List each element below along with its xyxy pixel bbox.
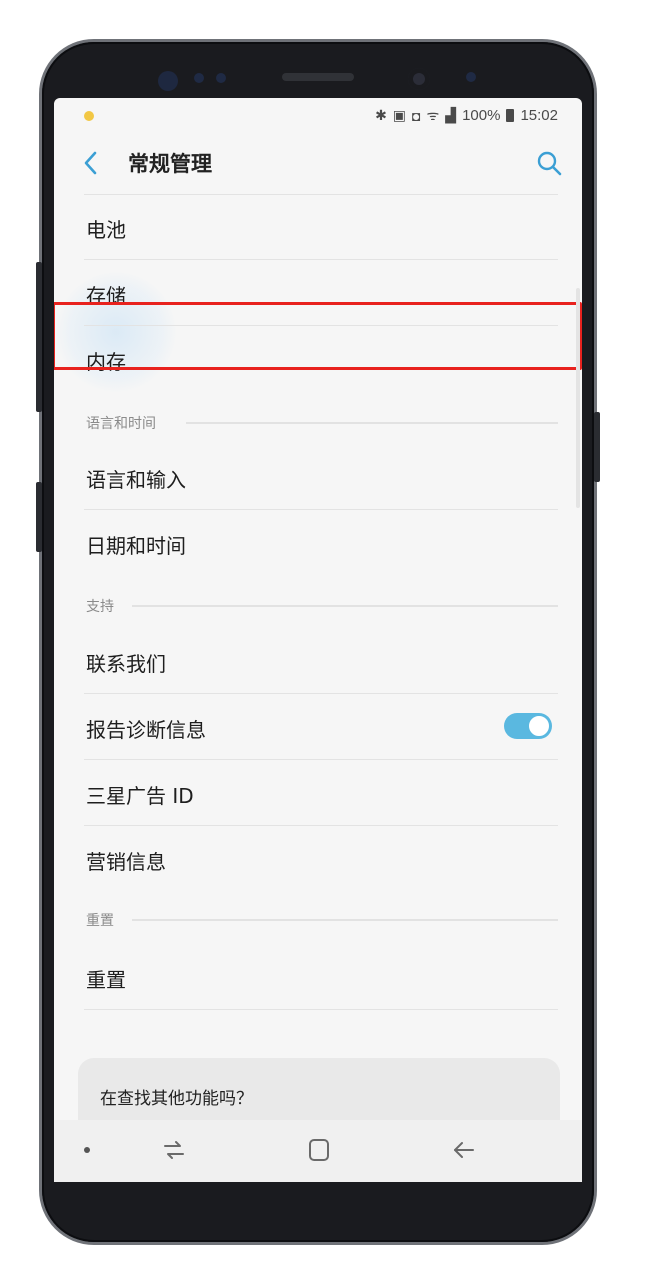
list-item-marketing-info[interactable]: 营销信息 — [54, 826, 582, 891]
app-bar: 常规管理 — [54, 134, 582, 194]
list-item-label: 营销信息 — [86, 850, 166, 874]
list-item-label: 日期和时间 — [86, 534, 186, 558]
volume-button — [36, 262, 42, 412]
screen: ✱ ▣ ◘ ᯤ ▟ 100% 15:02 常规管理 电池 存储 内存 语言和时间… — [54, 98, 582, 1178]
section-divider — [132, 605, 558, 607]
page-title: 常规管理 — [128, 152, 212, 176]
home-icon[interactable] — [306, 1137, 332, 1163]
list-item-label: 语言和输入 — [86, 468, 186, 492]
diagnostics-toggle[interactable] — [504, 713, 552, 739]
list-item-contact-us[interactable]: 联系我们 — [54, 628, 582, 693]
section-divider — [186, 422, 558, 424]
battery-icon — [506, 109, 515, 122]
wifi-icon: ᯤ — [426, 107, 440, 123]
list-item-label: 联系我们 — [86, 652, 166, 676]
search-icon[interactable] — [534, 148, 564, 178]
nfc-icon: ▣ — [392, 107, 407, 123]
list-item-label: 三星广告 ID — [86, 784, 194, 808]
navigation-bar — [54, 1120, 582, 1182]
recents-icon[interactable] — [160, 1136, 188, 1164]
list-item-language-input[interactable]: 语言和输入 — [54, 444, 582, 509]
section-header-reset: 重置 — [86, 913, 114, 929]
highlight-annotation-box — [54, 302, 582, 370]
section-header-support: 支持 — [86, 599, 114, 615]
section-header-language-time: 语言和时间 — [86, 416, 156, 432]
iris-sensor-icon — [158, 71, 178, 91]
sensor-icon — [466, 72, 476, 82]
power-button — [594, 412, 600, 482]
section-divider — [132, 919, 558, 921]
phone-frame: ✱ ▣ ◘ ᯤ ▟ 100% 15:02 常规管理 电池 存储 内存 语言和时间… — [36, 42, 600, 1242]
bixby-button — [36, 482, 42, 552]
list-item-reset[interactable]: 重置 — [54, 944, 582, 1009]
sensor-icon — [194, 73, 204, 83]
list-item-battery[interactable]: 电池 — [54, 194, 582, 259]
list-item-label: 报告诊断信息 — [86, 718, 206, 742]
sensor-icon — [216, 73, 226, 83]
scrollbar[interactable] — [576, 288, 580, 508]
sim-icon: ◘ — [412, 107, 421, 124]
earpiece-speaker — [282, 73, 354, 81]
list-item-label: 重置 — [86, 968, 126, 992]
list-item-label: 电池 — [86, 218, 126, 242]
clock: 15:02 — [520, 107, 558, 124]
status-bar: ✱ ▣ ◘ ᯤ ▟ 100% 15:02 — [54, 98, 582, 134]
list-item-report-diagnostics[interactable]: 报告诊断信息 — [54, 694, 582, 759]
bluetooth-icon: ✱ — [375, 107, 387, 123]
status-icons: ✱ ▣ ◘ ᯤ ▟ 100% 15:02 — [375, 106, 558, 125]
notification-dot-icon — [84, 111, 94, 121]
list-item-advertising-id[interactable]: 三星广告 ID — [54, 760, 582, 825]
back-icon[interactable] — [450, 1136, 478, 1164]
toggle-knob — [528, 715, 550, 737]
battery-percent: 100% — [462, 107, 501, 124]
list-item-date-time[interactable]: 日期和时间 — [54, 510, 582, 575]
nav-dot-icon[interactable] — [84, 1147, 90, 1153]
front-camera-icon — [408, 68, 430, 90]
card-title: 在查找其他功能吗？ — [100, 1089, 253, 1109]
signal-icon: ▟ — [445, 107, 457, 123]
divider — [84, 1009, 558, 1010]
back-arrow-icon[interactable] — [76, 148, 106, 178]
